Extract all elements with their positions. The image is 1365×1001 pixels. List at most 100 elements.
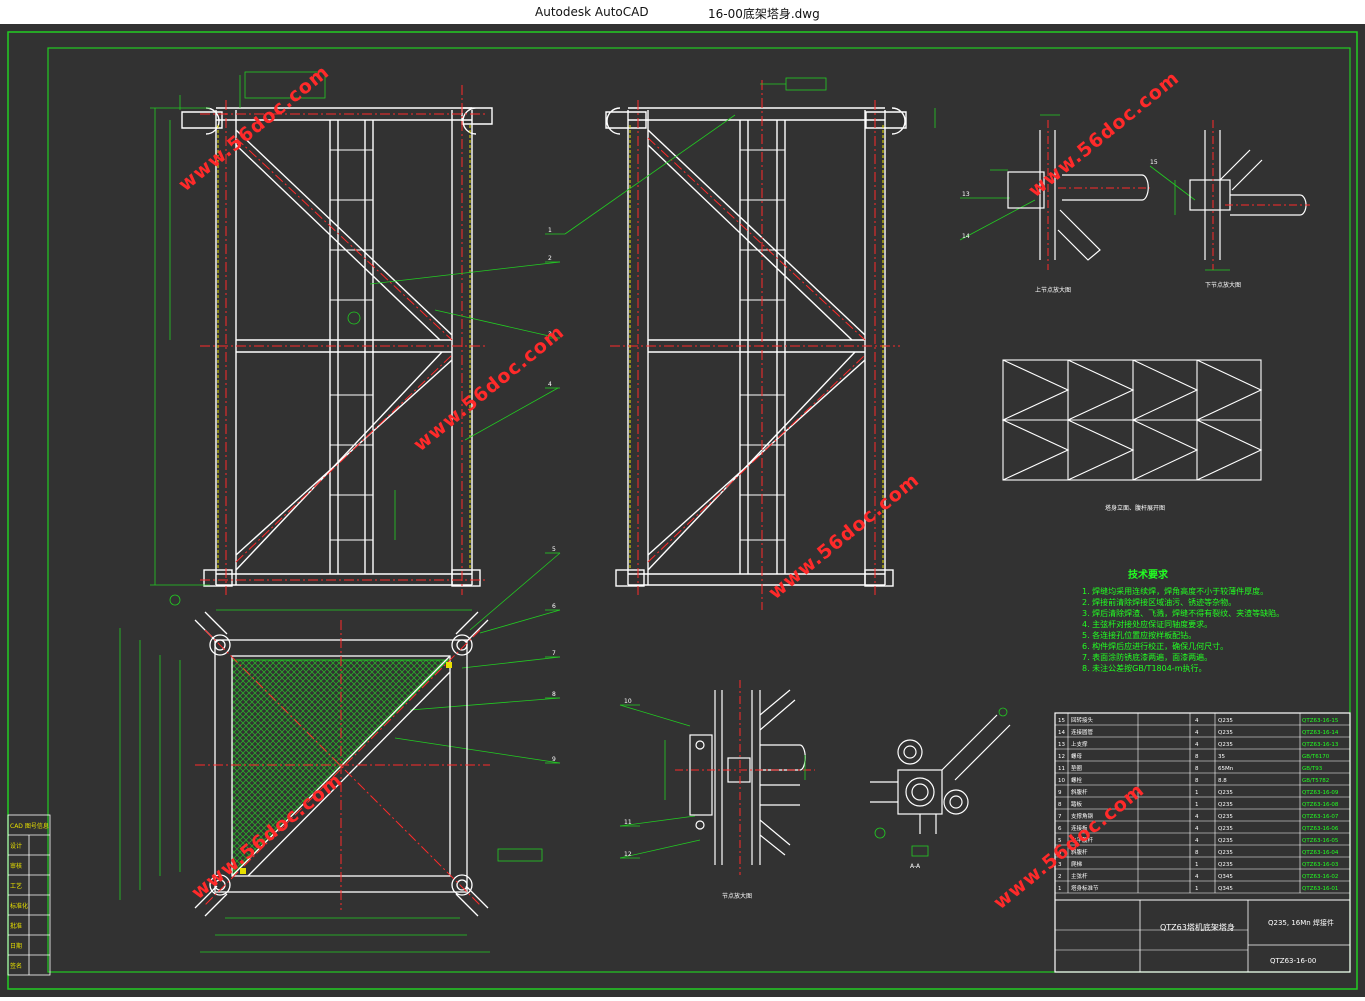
- part-code: QTZ63-16-05: [1302, 838, 1339, 844]
- part-code: QTZ63-16-08: [1302, 802, 1339, 808]
- part-qty: 8: [1195, 778, 1199, 784]
- svg-text:工艺: 工艺: [10, 882, 22, 890]
- svg-text:8: 8: [552, 691, 556, 698]
- part-name: 踏板: [1071, 800, 1083, 808]
- svg-text:www.56doc.com: www.56doc.com: [764, 469, 923, 604]
- app-title: Autodesk AutoCAD: [535, 5, 649, 19]
- part-no: 1: [1058, 886, 1062, 892]
- part-material: Q235: [1218, 814, 1233, 820]
- svg-text:日期: 日期: [10, 942, 22, 950]
- svg-text:1: 1: [548, 227, 552, 234]
- part-no: 10: [1058, 778, 1065, 784]
- svg-text:10: 10: [624, 698, 632, 705]
- svg-text:批准: 批准: [10, 922, 22, 930]
- part-no: 7: [1058, 814, 1062, 820]
- detail-a-title: 上节点放大图: [1035, 286, 1071, 294]
- svg-text:www.56doc.com: www.56doc.com: [989, 779, 1148, 914]
- callout-labels: 1 2 3 4 5 6 7 8 9 10 11 12 13 14 15: [548, 159, 1158, 858]
- part-qty: 1: [1195, 862, 1199, 868]
- part-material: Q345: [1218, 874, 1233, 880]
- part-code: QTZ63-16-15: [1302, 718, 1339, 724]
- svg-text:12: 12: [624, 851, 632, 858]
- tech-requirements: 技术要求 1. 焊缝均采用连续焊，焊角高度不小于较薄件厚度。 2. 焊接前清除焊…: [1082, 568, 1284, 673]
- part-code: QTZ63-16-07: [1302, 814, 1339, 820]
- svg-text:5. 各连接孔位置应按样板配钻。: 5. 各连接孔位置应按样板配钻。: [1082, 630, 1196, 640]
- svg-text:13: 13: [962, 191, 970, 198]
- side-info-block: CAD 图号信息 设计 审核 工艺 标准化 批准 日期 签名: [7, 814, 51, 976]
- part-no: 13: [1058, 742, 1065, 748]
- svg-text:14: 14: [962, 233, 970, 240]
- part-material: Q235: [1218, 790, 1233, 796]
- section-title: A-A: [910, 863, 921, 870]
- part-qty: 4: [1195, 838, 1199, 844]
- part-code: GB/T6170: [1302, 754, 1330, 760]
- svg-text:3. 焊后清除焊渣、飞溅，焊缝不得有裂纹、夹渣等缺陷。: 3. 焊后清除焊渣、飞溅，焊缝不得有裂纹、夹渣等缺陷。: [1082, 608, 1284, 618]
- detail-b-title: 下节点放大图: [1205, 281, 1241, 289]
- part-code: QTZ63-16-14: [1302, 730, 1339, 736]
- part-qty: 8: [1195, 850, 1199, 856]
- part-name: 回转接头: [1071, 716, 1094, 724]
- part-code: QTZ63-16-09: [1302, 790, 1339, 796]
- part-material: Q235: [1218, 838, 1233, 844]
- part-material: Q235: [1218, 730, 1233, 736]
- svg-text:2. 焊接前清除焊接区域油污、锈迹等杂物。: 2. 焊接前清除焊接区域油污、锈迹等杂物。: [1082, 597, 1236, 607]
- part-qty: 4: [1195, 826, 1199, 832]
- svg-text:4: 4: [548, 381, 552, 388]
- truss-diagram: [1001, 359, 1263, 481]
- part-no: 2: [1058, 874, 1062, 880]
- svg-text:7: 7: [552, 650, 556, 657]
- drawing-title: QTZ63塔机底架塔身: [1160, 922, 1235, 932]
- svg-text:9: 9: [552, 756, 556, 763]
- svg-text:设计: 设计: [10, 842, 22, 850]
- svg-text:6. 构件焊后应进行校正，确保几何尺寸。: 6. 构件焊后应进行校正，确保几何尺寸。: [1082, 641, 1228, 651]
- drawing-number: QTZ63-16-00: [1270, 957, 1316, 965]
- joint-title: 节点放大图: [722, 892, 752, 900]
- part-name: 爬梯: [1071, 860, 1083, 868]
- part-name: 上支撑: [1071, 740, 1088, 748]
- part-no: 14: [1058, 730, 1065, 736]
- drawing-canvas[interactable]: 1 2 3 4 5 6 7 8 9 10 11 12 13 14 15 上节点放…: [0, 24, 1365, 997]
- svg-text:1. 焊缝均采用连续焊，焊角高度不小于较薄件厚度。: 1. 焊缝均采用连续焊，焊角高度不小于较薄件厚度。: [1082, 586, 1268, 596]
- part-material: Q235: [1218, 826, 1233, 832]
- truss-title: 塔身立面、腹杆展开图: [1105, 504, 1165, 512]
- part-name: 塔身标准节: [1071, 884, 1099, 892]
- file-title: 16-00底架塔身.dwg: [708, 7, 820, 21]
- part-material: 65Mn: [1218, 766, 1234, 772]
- part-material: Q235: [1218, 802, 1233, 808]
- svg-text:5: 5: [552, 546, 556, 553]
- part-no: 8: [1058, 802, 1062, 808]
- part-code: GB/T93: [1302, 766, 1323, 772]
- part-no: 11: [1058, 766, 1065, 772]
- watermarks: www.56doc.com www.56doc.com www.56doc.co…: [174, 61, 1183, 914]
- svg-text:CAD 图号信息: CAD 图号信息: [10, 822, 49, 830]
- part-qty: 4: [1195, 730, 1199, 736]
- part-qty: 8: [1195, 754, 1199, 760]
- part-name: 斜腹杆: [1071, 788, 1088, 796]
- part-material: 35: [1218, 754, 1225, 760]
- part-material: Q235: [1218, 718, 1233, 724]
- svg-text:签名: 签名: [10, 962, 22, 970]
- part-code: GB/T5782: [1302, 778, 1329, 784]
- material-note: Q235, 16Mn 焊接件: [1268, 918, 1334, 927]
- part-name: 主弦杆: [1071, 872, 1088, 880]
- svg-text:8. 未注公差按GB/T1804-m执行。: 8. 未注公差按GB/T1804-m执行。: [1082, 663, 1206, 673]
- part-qty: 4: [1195, 718, 1199, 724]
- svg-text:6: 6: [552, 603, 556, 610]
- part-name: 螺母: [1071, 752, 1083, 760]
- svg-text:www.56doc.com: www.56doc.com: [409, 321, 568, 456]
- part-material: 8.8: [1218, 778, 1227, 784]
- svg-text:审核: 审核: [10, 862, 22, 870]
- bolt-joint-detail: [689, 689, 806, 865]
- parts-list: 15 回转接头 4 Q235 QTZ63-16-1514 连接圆管 4 Q235 QTZ63-1…: [1058, 716, 1339, 892]
- part-qty: 4: [1195, 742, 1199, 748]
- svg-text:2: 2: [548, 255, 552, 262]
- window-title-bar: Autodesk AutoCAD 16-00底架塔身.dwg: [0, 0, 1365, 25]
- part-no: 15: [1058, 718, 1065, 724]
- svg-text:www.56doc.com: www.56doc.com: [1024, 67, 1183, 202]
- part-code: QTZ63-16-03: [1302, 862, 1339, 868]
- part-material: Q235: [1218, 850, 1233, 856]
- part-qty: 8: [1195, 766, 1199, 772]
- part-code: QTZ63-16-01: [1302, 886, 1338, 892]
- part-material: Q235: [1218, 862, 1233, 868]
- part-code: QTZ63-16-06: [1302, 826, 1339, 832]
